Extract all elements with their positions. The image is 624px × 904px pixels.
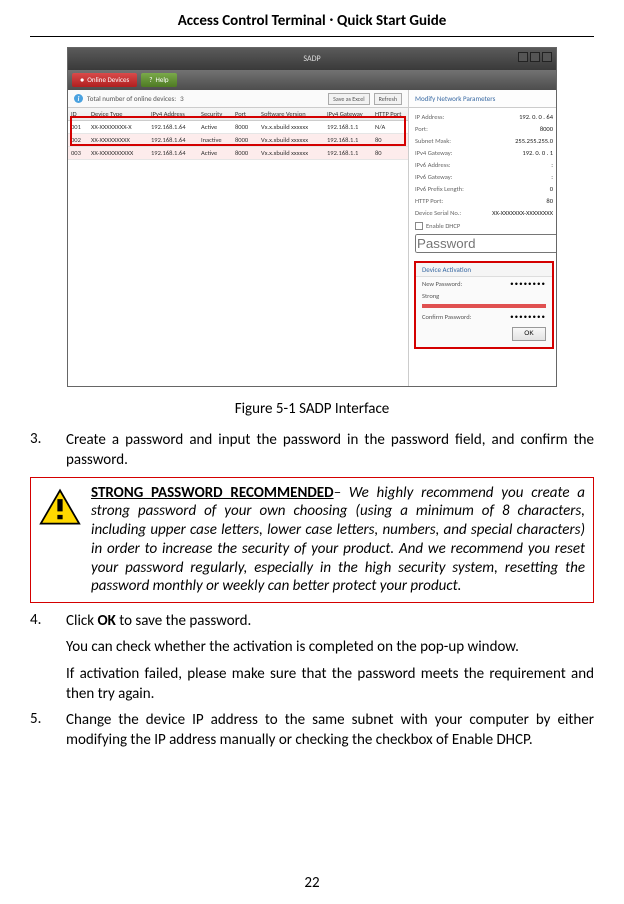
device-counter-bar: i Total number of online devices: 3 Save… [68,90,408,108]
modify-params-header: Modify Network Parameters [409,90,557,108]
table-row[interactable]: 003XX-XXXXXXXXXX192.168.1.64Active8000Vx… [68,147,408,160]
help-button[interactable]: ? Help [141,73,176,87]
step-number: 5. [30,710,48,751]
sadp-titlebar: SADP [68,48,556,70]
online-devices-button[interactable]: ● Online Devices [72,73,137,87]
sadp-toolbar: ● Online Devices ? Help [68,70,556,90]
minimize-icon[interactable] [518,52,528,62]
password-input[interactable] [415,234,557,253]
help-icon: ? [149,73,152,87]
device-activation-box: Device Activation New Password:•••••••• … [415,262,553,348]
header-title-left: Access Control Terminal [178,12,326,30]
step-text: Change the device IP address to the same… [66,710,594,751]
sadp-left-panel: i Total number of online devices: 3 Save… [68,90,409,386]
table-row[interactable]: 001XX-XXXXXXXX-X192.168.1.64Active8000Vx… [68,121,408,134]
step-number: 4. [30,611,48,631]
strength-label: Strong [422,292,439,300]
header-title-right: Quick Start Guide [337,12,446,30]
info-icon: i [74,94,83,103]
dhcp-checkbox[interactable] [415,222,423,230]
maximize-icon[interactable] [530,52,540,62]
device-icon: ● [80,73,84,87]
devices-table: ID Device Type IPv4 Address Security Por… [68,108,408,160]
sub-paragraph: If activation failed, please make sure t… [66,664,594,705]
warning-box: STRONG PASSWORD RECOMMENDED– We highly r… [30,477,594,604]
ok-button[interactable]: OK [512,327,546,341]
sadp-screenshot: SADP ● Online Devices ? Help i [67,47,557,387]
activation-title: Device Activation [416,263,552,277]
refresh-button[interactable]: Refresh [374,93,402,105]
warning-icon [39,488,81,526]
table-header-row: ID Device Type IPv4 Address Security Por… [68,108,408,121]
warning-title: STRONG PASSWORD RECOMMENDED [91,484,334,502]
sadp-window-title: SADP [303,54,320,64]
sub-paragraph: You can check whether the activation is … [66,637,594,657]
step-text: Create a password and input the password… [66,430,594,471]
close-icon[interactable] [542,52,552,62]
table-row[interactable]: 002XX-XXXXXXXXX192.168.1.64Inactive8000V… [68,134,408,147]
page-number: 22 [0,874,624,892]
step-text: Click OK to save the password. [66,611,594,631]
sadp-right-panel: Modify Network Parameters IP Address:192… [409,90,557,386]
window-buttons [518,52,552,62]
step-number: 3. [30,430,48,471]
param-list: IP Address:192. 0. 0 . 64 Port:8000 Subn… [409,108,557,256]
confirm-password-field[interactable]: •••••••• [510,312,546,321]
strength-bar [422,304,546,308]
save-excel-button[interactable]: Save as Excel [328,93,369,105]
page-header: Access Control Terminal · Quick Start Gu… [30,0,594,37]
header-dot: · [329,8,334,30]
new-password-field[interactable]: •••••••• [510,279,546,288]
warning-text: STRONG PASSWORD RECOMMENDED– We highly r… [91,484,585,597]
counter-value: 3 [180,90,184,108]
figure-caption: Figure 5-1 SADP Interface [30,400,594,418]
counter-label: Total number of online devices: [87,90,176,108]
